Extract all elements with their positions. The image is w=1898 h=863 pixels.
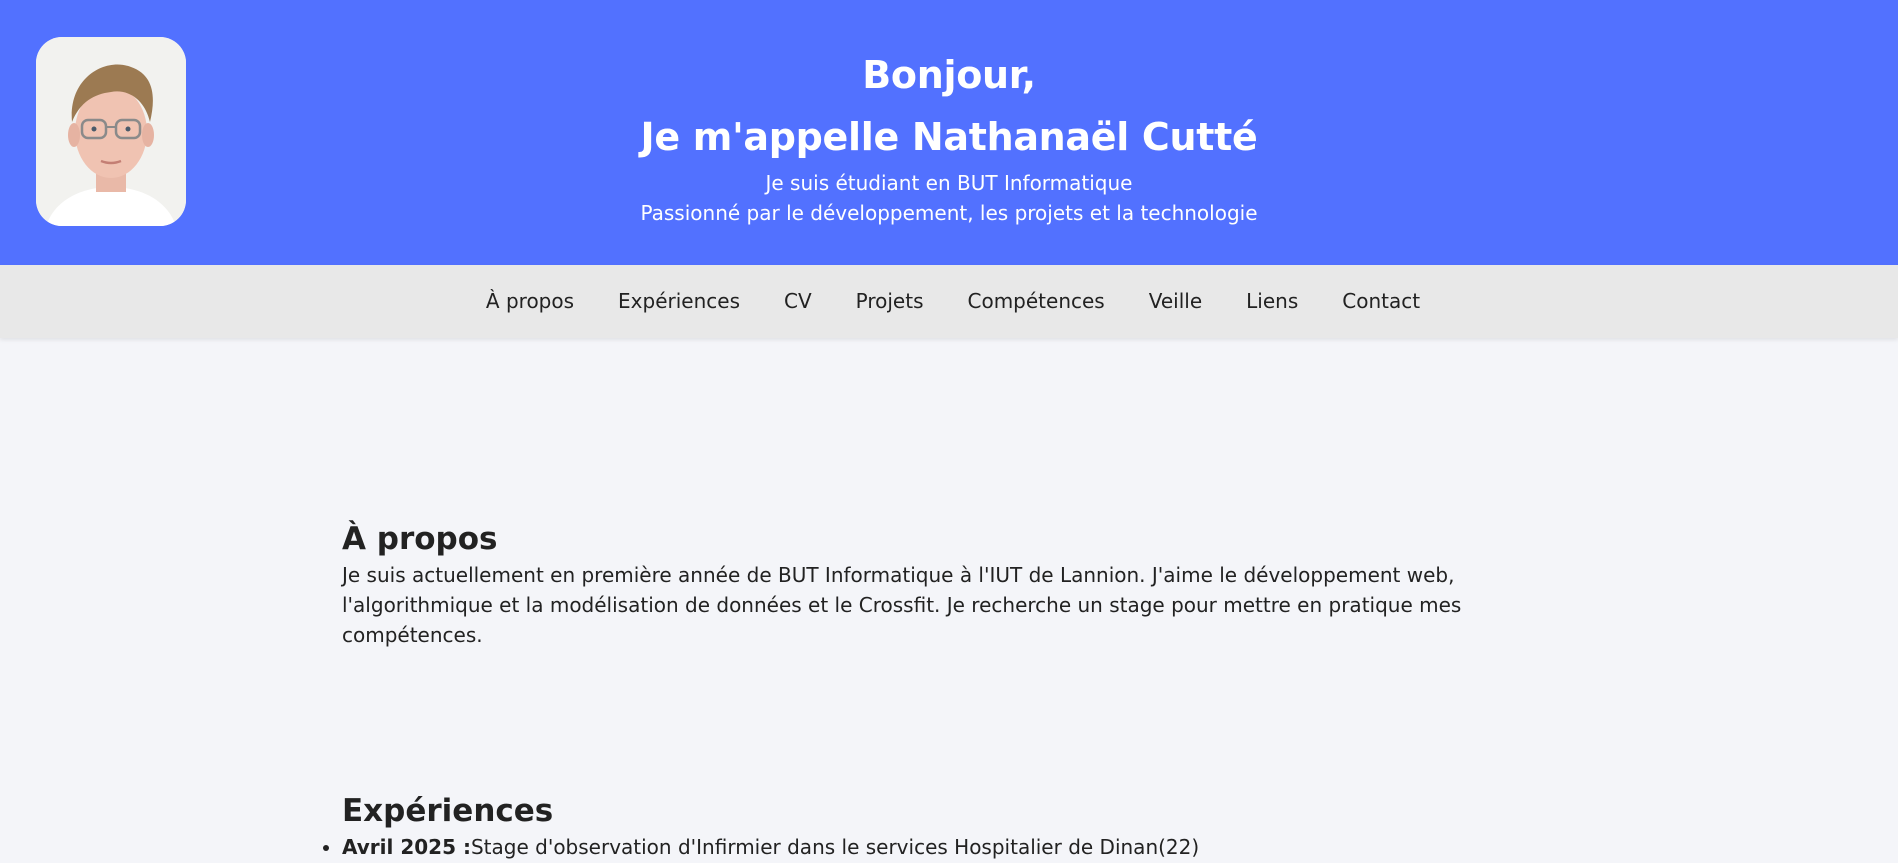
experience-item: Avril 2025 :Stage d'observation d'Infirm… [342, 832, 1502, 862]
about-section: À propos Je suis actuellement en premièr… [342, 520, 1502, 650]
experiences-title: Expériences [342, 793, 554, 829]
nav-link-liens[interactable]: Liens [1224, 265, 1320, 338]
hero-subtitle-study: Je suis étudiant en BUT Informatique [765, 171, 1133, 195]
nav-link-veille[interactable]: Veille [1127, 265, 1224, 338]
hero-header: Bonjour, Je m'appelle Nathanaël Cutté Je… [0, 0, 1898, 265]
nav-link-a-propos[interactable]: À propos [464, 265, 596, 338]
experience-date: Avril 2025 : [342, 835, 471, 859]
experiences-list: Avril 2025 :Stage d'observation d'Infirm… [342, 832, 1502, 862]
nav-link-experiences[interactable]: Expériences [596, 265, 762, 338]
experience-description: Stage d'observation d'Infirmier dans le … [470, 835, 1200, 859]
about-text: Je suis actuellement en première année d… [342, 563, 1462, 647]
nav-link-contact[interactable]: Contact [1320, 265, 1442, 338]
nav-link-projets[interactable]: Projets [834, 265, 946, 338]
hero-greeting: Bonjour, [862, 53, 1036, 97]
experiences-section: Expériences Avril 2025 :Stage d'observat… [342, 792, 1502, 862]
hero-text: Bonjour, Je m'appelle Nathanaël Cutté Je… [0, 44, 1898, 228]
nav-link-competences[interactable]: Compétences [946, 265, 1127, 338]
hero-subtitle-passion: Passionné par le développement, les proj… [640, 201, 1258, 225]
about-title: À propos [342, 521, 498, 557]
main-nav: À propos Expériences CV Projets Compéten… [0, 265, 1898, 338]
nav-link-cv[interactable]: CV [762, 265, 834, 338]
hero-name: Je m'appelle Nathanaël Cutté [640, 115, 1258, 159]
